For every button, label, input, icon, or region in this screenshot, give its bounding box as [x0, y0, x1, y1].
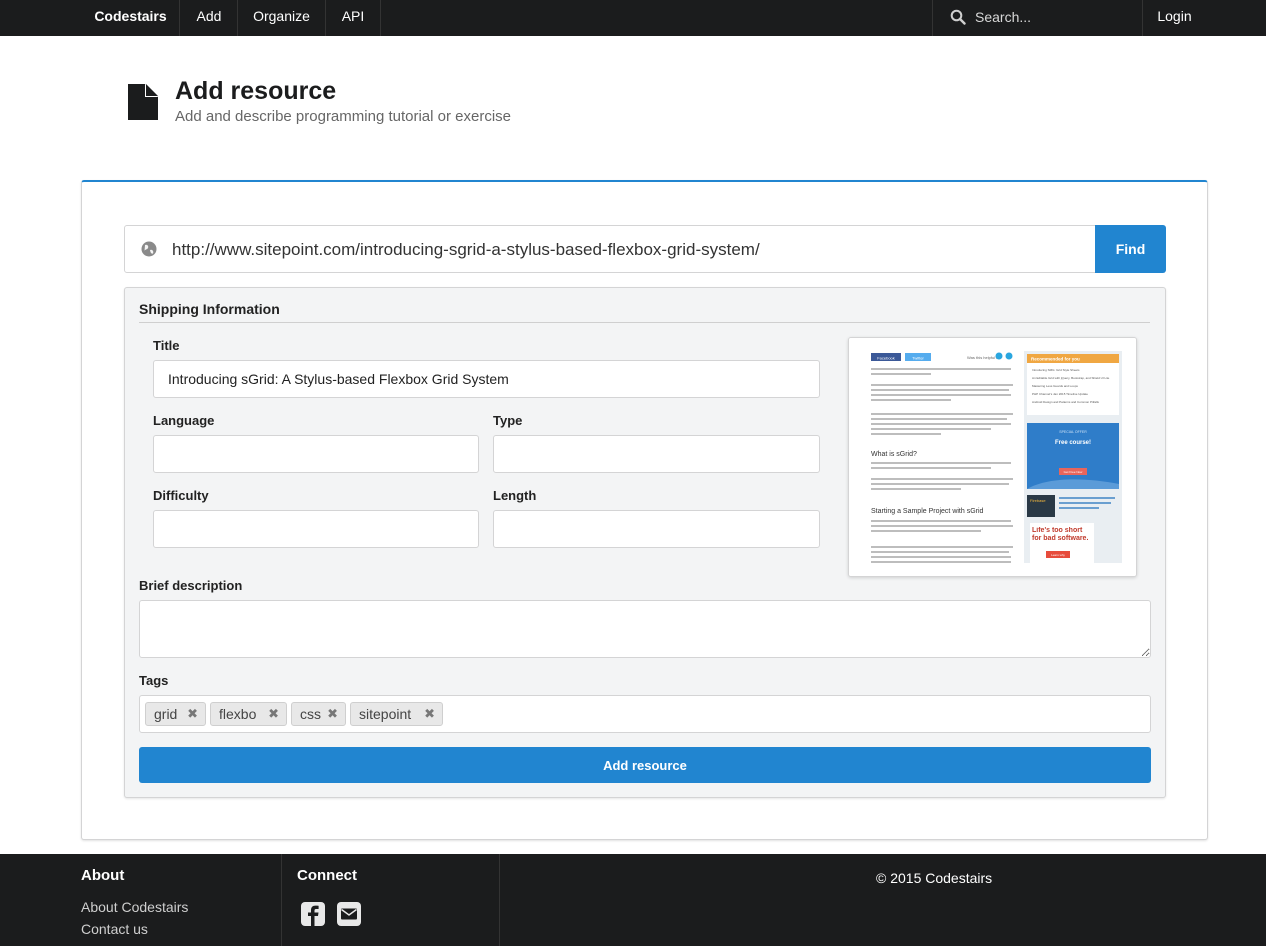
footer-about: About About Codestairs Contact us	[81, 854, 282, 946]
tag-label: flexbo	[219, 706, 257, 722]
tags-label: Tags	[139, 673, 169, 688]
difficulty-label: Difficulty	[153, 488, 209, 503]
search-icon[interactable]	[950, 9, 966, 25]
find-button[interactable]: Find	[1095, 225, 1166, 273]
footer: About About Codestairs Contact us Connec…	[0, 854, 1266, 946]
preview-firebase-label: Firebase	[1030, 498, 1046, 503]
preview-ad-text: Life's too short for bad software.	[1032, 527, 1089, 542]
brand-link[interactable]: Codestairs	[82, 0, 180, 36]
preview-sidebar-item: Mastering Less Guards and Loops	[1032, 384, 1078, 388]
login-link[interactable]: Login	[1143, 0, 1206, 36]
search-box	[932, 0, 1143, 36]
preview-sidebar-item: An Editable Grid with jQuery, Bootstrap,…	[1032, 376, 1110, 380]
preview-ad-cta: Learn why	[1051, 553, 1065, 557]
nav-organize[interactable]: Organize	[238, 0, 326, 36]
tag-chip: css ✖	[291, 702, 346, 726]
remove-icon[interactable]: ✖	[268, 703, 279, 725]
description-textarea[interactable]	[139, 600, 1151, 658]
type-input[interactable]	[493, 435, 820, 473]
url-input[interactable]	[172, 238, 1082, 262]
search-input[interactable]	[975, 6, 1135, 28]
title-input[interactable]	[153, 360, 820, 398]
facebook-icon[interactable]	[300, 901, 326, 927]
tag-label: css	[300, 706, 321, 722]
page-subtitle: Add and describe programming tutorial or…	[175, 108, 511, 125]
tag-chip: grid ✖	[145, 702, 206, 726]
page-preview-thumbnail: Facebook Twitter Was this helpful? What …	[849, 338, 1136, 576]
nav-api[interactable]: API	[326, 0, 381, 36]
length-label: Length	[493, 488, 537, 503]
copyright: © 2015 Codestairs	[876, 870, 993, 886]
language-label: Language	[153, 413, 215, 428]
remove-icon[interactable]: ✖	[187, 703, 198, 725]
preview-promo-cta: Get Free Now	[1064, 470, 1084, 474]
preview-helpful-label: Was this helpful?	[967, 355, 998, 360]
globe-icon	[141, 241, 157, 257]
remove-icon[interactable]: ✖	[327, 703, 338, 725]
tag-label: grid	[154, 706, 178, 722]
contact-us-link[interactable]: Contact us	[81, 921, 148, 937]
nav-add[interactable]: Add	[181, 0, 238, 36]
preview-promo-kicker: SPECIAL OFFER	[1059, 430, 1087, 434]
about-codestairs-link[interactable]: About Codestairs	[81, 899, 188, 915]
preview-heading-start: Starting a Sample Project with sGrid	[871, 508, 984, 515]
preview-sidebar-item: PHP Channel's Jan 2015 Timeline Update	[1032, 392, 1088, 396]
preview-sidebar-item: Android Design and Patterns and Common P…	[1032, 400, 1099, 404]
language-input[interactable]	[153, 435, 479, 473]
main-card: Find Shipping Information Title Language…	[81, 180, 1208, 840]
top-nav: Codestairs Add Organize API Login	[0, 0, 1266, 36]
preview-facebook-label: Facebook	[877, 356, 895, 361]
tag-label: sitepoint	[359, 706, 412, 722]
remove-icon[interactable]: ✖	[424, 703, 435, 725]
length-input[interactable]	[493, 510, 820, 548]
tag-chip: flexbo ✖	[210, 702, 287, 726]
add-resource-button[interactable]: Add resource	[139, 747, 1151, 783]
description-label: Brief description	[139, 578, 243, 593]
preview-sidebar-title: Recommended for you	[1031, 357, 1080, 362]
section-divider	[139, 322, 1150, 323]
footer-connect-title: Connect	[297, 867, 357, 884]
tags-input[interactable]: grid ✖ flexbo ✖ css ✖ sitepoint ✖	[139, 695, 1151, 733]
tag-chip: sitepoint ✖	[350, 702, 443, 726]
preview-promo-text: Free course!	[1055, 440, 1091, 446]
title-label: Title	[153, 338, 180, 353]
page-title: Add resource	[175, 77, 337, 105]
shipping-information-form: Shipping Information Title Language Type…	[124, 287, 1166, 798]
preview-heading-what: What is sGrid?	[871, 451, 917, 458]
footer-about-title: About	[81, 867, 125, 884]
mail-icon[interactable]	[336, 901, 362, 927]
file-icon	[128, 84, 158, 120]
url-field	[124, 225, 1096, 273]
preview-sidebar-item: Introducing SMG: Grid Style Sheets	[1032, 368, 1080, 372]
type-label: Type	[493, 413, 523, 428]
url-bar: Find	[124, 225, 1166, 273]
section-title: Shipping Information	[139, 301, 280, 317]
footer-connect: Connect	[282, 854, 500, 946]
page-preview: Facebook Twitter Was this helpful? What …	[848, 337, 1137, 577]
preview-twitter-label: Twitter	[912, 356, 924, 361]
difficulty-input[interactable]	[153, 510, 479, 548]
